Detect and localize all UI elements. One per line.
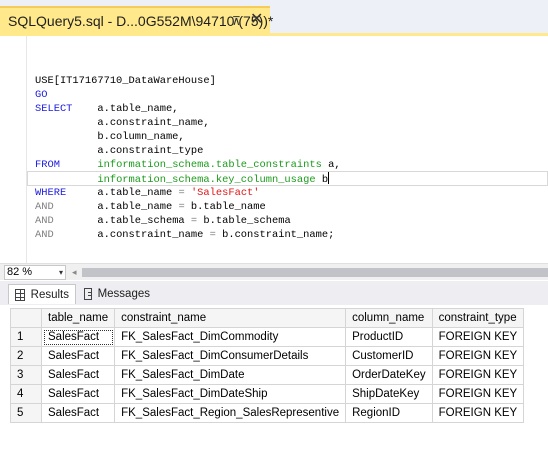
code-token: b.constraint_name; bbox=[215, 229, 335, 241]
code-line: AND a.constraint_name = b.constraint_nam… bbox=[35, 228, 334, 242]
table-row[interactable]: 1 SalesFact FK_SalesFact_DimCommodity Pr… bbox=[10, 327, 525, 347]
code-token: SELECT bbox=[35, 103, 73, 115]
code-token: a, bbox=[321, 159, 341, 171]
code-token: FROM bbox=[35, 159, 60, 171]
table-row[interactable]: 5 SalesFact FK_SalesFact_Region_SalesRep… bbox=[10, 403, 525, 423]
grid-cell[interactable]: SalesFact bbox=[40, 384, 116, 404]
results-tab-strip: Results Messages bbox=[0, 281, 548, 305]
code-token: AND bbox=[35, 215, 54, 227]
grid-cell[interactable]: FOREIGN KEY bbox=[431, 327, 525, 347]
code-line: b.column_name, bbox=[35, 130, 185, 144]
code-token: a.table_name bbox=[53, 201, 179, 213]
code-token: b.table_name bbox=[184, 201, 266, 213]
code-token: 'SalesFact' bbox=[190, 187, 260, 199]
horizontal-scrollbar-thumb[interactable] bbox=[82, 268, 548, 277]
code-token: a.table_name bbox=[66, 187, 179, 199]
editor-margin bbox=[26, 36, 27, 263]
table-row[interactable]: 4 SalesFact FK_SalesFact_DimDateShip Shi… bbox=[10, 384, 525, 404]
code-token: a.table_name, bbox=[72, 103, 179, 115]
row-number[interactable]: 2 bbox=[10, 346, 42, 366]
code-token: b.table_schema bbox=[197, 215, 291, 227]
pin-icon[interactable]: ⊼ bbox=[232, 14, 241, 28]
code-line: a.constraint_name, bbox=[35, 116, 210, 130]
code-token: b.column_name, bbox=[35, 131, 185, 143]
code-line: SELECT a.table_name, bbox=[35, 102, 178, 116]
document-tab-strip: SQLQuery5.sql - D...0G552M\94710 (75))* … bbox=[0, 0, 548, 36]
grid-cell[interactable]: FOREIGN KEY bbox=[431, 365, 525, 385]
tab-results[interactable]: Results bbox=[8, 284, 76, 304]
column-header[interactable]: table_name bbox=[40, 308, 116, 328]
sql-editor[interactable]: USE[IT17167710_DataWareHouse] GO SELECT a.… bbox=[0, 36, 548, 263]
zoom-value: 82 % bbox=[7, 266, 33, 278]
results-pane: table_name constraint_name column_name c… bbox=[0, 305, 548, 466]
chevron-down-icon[interactable]: ▾ bbox=[59, 266, 63, 279]
code-line: AND a.table_name = b.table_name bbox=[35, 200, 266, 214]
grid-cell[interactable]: FOREIGN KEY bbox=[431, 403, 525, 423]
scroll-left-icon[interactable]: ◂ bbox=[72, 266, 77, 279]
code-token: AND bbox=[35, 201, 54, 213]
grid-cell[interactable]: FOREIGN KEY bbox=[431, 346, 525, 366]
tab-messages[interactable]: Messages bbox=[78, 284, 156, 304]
zoom-select[interactable]: 82 % ▾ bbox=[4, 265, 66, 280]
code-line: AND a.table_schema = b.table_schema bbox=[35, 214, 291, 228]
grid-header-row: table_name constraint_name column_name c… bbox=[10, 308, 525, 328]
code-token: a.table_schema bbox=[53, 215, 191, 227]
column-header[interactable]: constraint_name bbox=[114, 308, 347, 328]
close-icon[interactable]: ✕ bbox=[250, 10, 263, 30]
code-line: USE[IT17167710_DataWareHouse] bbox=[35, 74, 216, 88]
code-token: WHERE bbox=[35, 187, 67, 199]
code-token: USE[IT17167710_DataWareHouse] bbox=[35, 75, 216, 87]
tab-results-label: Results bbox=[30, 288, 69, 301]
code-line: a.constraint_type bbox=[35, 144, 203, 158]
code-line: FROM information_schema.table_constraint… bbox=[35, 158, 341, 172]
zoom-bar: 82 % ▾ ◂ bbox=[0, 263, 548, 280]
grid-cell[interactable]: FK_SalesFact_Region_SalesRepresentive bbox=[114, 403, 347, 423]
code-token: information_schema.table_constraints bbox=[97, 159, 322, 171]
row-number[interactable]: 4 bbox=[10, 384, 42, 404]
grid-cell[interactable]: CustomerID bbox=[345, 346, 433, 366]
column-header[interactable]: column_name bbox=[345, 308, 433, 328]
code-line: WHERE a.table_name = 'SalesFact' bbox=[35, 186, 260, 200]
grid-cell[interactable]: FK_SalesFact_DimDateShip bbox=[114, 384, 347, 404]
grid-cell[interactable]: OrderDateKey bbox=[345, 365, 433, 385]
tab-messages-label: Messages bbox=[97, 288, 150, 300]
document-tab[interactable]: SQLQuery5.sql - D...0G552M\94710 (75))* … bbox=[0, 6, 273, 34]
messages-icon bbox=[84, 288, 92, 300]
code-token: GO bbox=[35, 89, 48, 101]
grid-cell[interactable]: SalesFact bbox=[40, 327, 116, 347]
code-token: AND bbox=[35, 229, 54, 241]
code-token: a.constraint_type bbox=[35, 145, 204, 157]
code-token: b bbox=[315, 174, 329, 186]
grid-cell[interactable]: FK_SalesFact_DimCommodity bbox=[114, 327, 347, 347]
grid-cell[interactable]: RegionID bbox=[345, 403, 433, 423]
grid-cell[interactable]: ShipDateKey bbox=[345, 384, 433, 404]
code-line: information_schema.key_column_usage b bbox=[35, 172, 330, 186]
text-caret bbox=[328, 172, 330, 184]
row-number[interactable]: 3 bbox=[10, 365, 42, 385]
grid-cell[interactable]: FK_SalesFact_DimConsumerDetails bbox=[114, 346, 347, 366]
grid-cell[interactable]: SalesFact bbox=[40, 346, 116, 366]
row-number[interactable]: 5 bbox=[10, 403, 42, 423]
code-token: a.constraint_name bbox=[53, 229, 210, 241]
table-row[interactable]: 3 SalesFact FK_SalesFact_DimDate OrderDa… bbox=[10, 365, 525, 385]
grid-cell[interactable]: ProductID bbox=[345, 327, 433, 347]
code-line: GO bbox=[35, 88, 47, 102]
column-header[interactable]: constraint_type bbox=[431, 308, 525, 328]
table-row[interactable]: 2 SalesFact FK_SalesFact_DimConsumerDeta… bbox=[10, 346, 525, 366]
grid-cell[interactable]: SalesFact bbox=[40, 403, 116, 423]
grid-corner[interactable] bbox=[10, 308, 42, 328]
row-number[interactable]: 1 bbox=[10, 327, 42, 347]
grid-cell[interactable]: FOREIGN KEY bbox=[431, 384, 525, 404]
grid-cell[interactable]: FK_SalesFact_DimDate bbox=[114, 365, 347, 385]
results-grid: table_name constraint_name column_name c… bbox=[10, 308, 525, 423]
grid-cell[interactable]: SalesFact bbox=[40, 365, 116, 385]
code-token: information_schema.key_column_usage bbox=[97, 174, 316, 186]
grid-icon bbox=[15, 288, 25, 301]
code-token: a.constraint_name, bbox=[35, 117, 210, 129]
